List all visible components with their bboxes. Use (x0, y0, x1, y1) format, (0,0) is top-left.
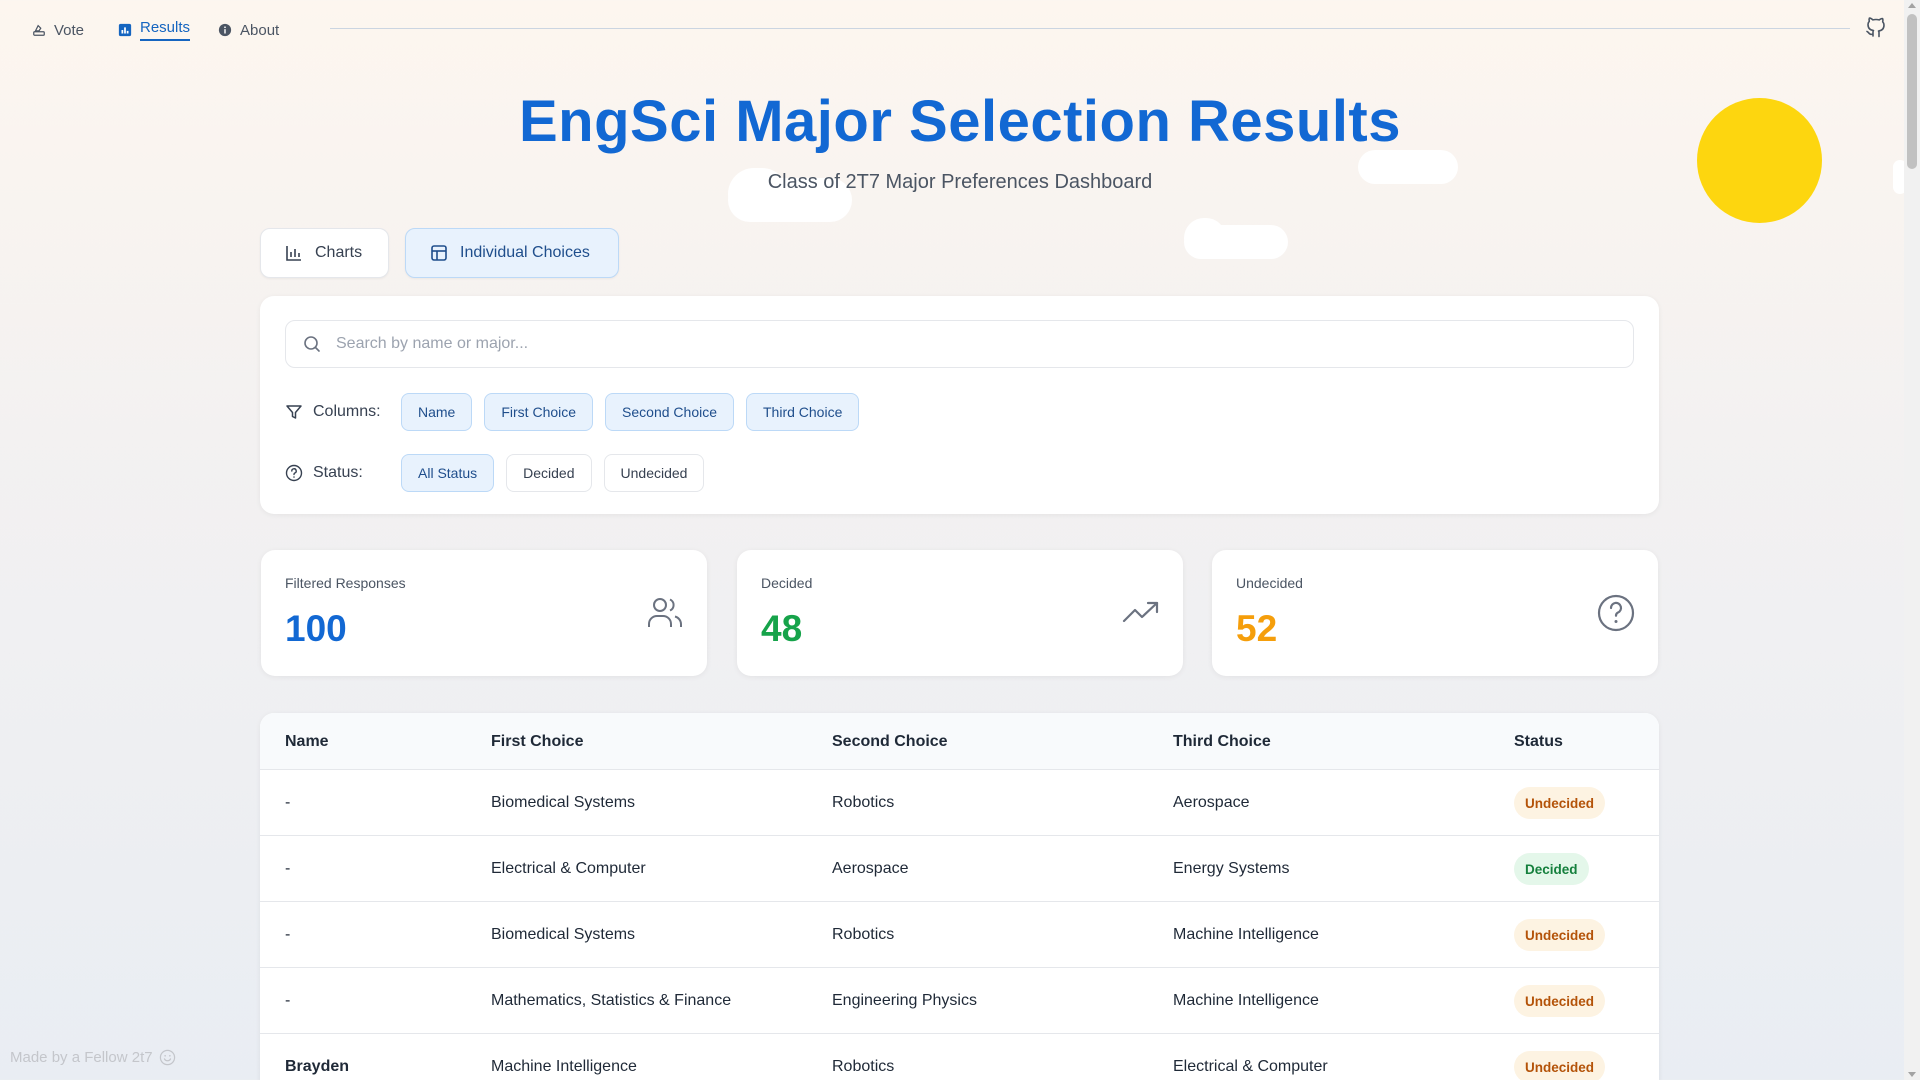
cell-third-choice: Aerospace (1173, 794, 1250, 811)
status-chip-decided[interactable]: Decided (506, 454, 592, 492)
table-row: Brayden Machine Intelligence Robotics El… (260, 1034, 1659, 1080)
table-row: - Biomedical Systems Robotics Aerospace … (260, 770, 1659, 836)
page-title: EngSci Major Selection Results (519, 89, 1401, 154)
status-label-text: Status: (313, 464, 363, 481)
table-row: - Biomedical Systems Robotics Machine In… (260, 902, 1659, 968)
bar-chart-icon (118, 23, 132, 37)
column-chip-third-choice[interactable]: Third Choice (746, 393, 860, 431)
bar-chart-icon (286, 246, 301, 261)
scroll-up-arrow-icon[interactable] (1908, 3, 1916, 8)
column-chip-name[interactable]: Name (401, 393, 473, 431)
footer-credit: Made by a Fellow 2t7 (10, 1049, 176, 1066)
stat-label: Filtered Responses (285, 575, 406, 591)
status-chip-undecided[interactable]: Undecided (603, 454, 705, 492)
table-header: Name First Choice Second Choice Third Ch… (260, 713, 1659, 770)
tab-charts[interactable]: Charts (260, 228, 389, 278)
cell-first-choice: Mathematics, Statistics & Finance (491, 992, 732, 1009)
cell-first-choice: Biomedical Systems (491, 926, 636, 943)
filter-icon (286, 405, 302, 419)
smile-icon (159, 1049, 175, 1066)
cell-first-choice: Machine Intelligence (491, 1058, 637, 1075)
stat-label: Undecided (1236, 575, 1303, 591)
tab-individual-choices[interactable]: Individual Choices (405, 228, 619, 278)
results-table: Name First Choice Second Choice Third Ch… (260, 713, 1659, 1080)
cell-third-choice: Electrical & Computer (1173, 1058, 1328, 1075)
cell-third-choice: Machine Intelligence (1173, 926, 1319, 943)
status-chip-all[interactable]: All Status (401, 454, 495, 492)
github-icon[interactable] (1864, 15, 1888, 39)
nav-results-label: Results (140, 19, 191, 41)
scrollbar-thumb[interactable] (1907, 14, 1917, 169)
stat-card-undecided: Undecided 52 (1212, 550, 1658, 676)
table-row: - Electrical & Computer Aerospace Energy… (260, 836, 1659, 902)
info-icon (218, 23, 232, 37)
column-header-first-choice[interactable]: First Choice (491, 733, 583, 751)
column-header-status[interactable]: Status (1514, 733, 1563, 751)
column-chip-first-choice[interactable]: First Choice (484, 393, 594, 431)
cell-name: Brayden (285, 1058, 350, 1075)
help-circle-icon (1597, 594, 1635, 632)
search-box (285, 320, 1634, 368)
cell-first-choice: Biomedical Systems (491, 794, 636, 811)
cell-first-choice: Electrical & Computer (491, 860, 646, 877)
nav-about-label: About (240, 21, 280, 39)
column-filter-row: Columns: Name First Choice Second Choice… (285, 393, 871, 431)
page-subtitle: Class of 2T7 Major Preferences Dashboard (767, 171, 1153, 193)
nav-vote[interactable]: Vote (32, 18, 84, 42)
scroll-down-arrow-icon[interactable] (1908, 1072, 1916, 1077)
cell-second-choice: Engineering Physics (832, 992, 977, 1009)
page-scrollbar[interactable] (1904, 0, 1920, 1080)
nav-vote-label: Vote (54, 21, 85, 39)
cell-name: - (285, 926, 291, 943)
search-input[interactable] (336, 335, 1616, 353)
status-badge: Undecided (1514, 985, 1606, 1017)
tab-charts-label: Charts (315, 244, 363, 261)
stat-card-decided: Decided 48 (737, 550, 1183, 676)
stat-value: 48 (761, 608, 803, 649)
trending-up-icon (1122, 601, 1159, 623)
footer-text: Made by a Fellow 2t7 (10, 1049, 153, 1066)
stat-value: 52 (1236, 608, 1278, 649)
cell-second-choice: Robotics (832, 794, 895, 811)
column-header-third-choice[interactable]: Third Choice (1173, 733, 1271, 751)
cell-name: - (285, 992, 291, 1009)
table-row: - Mathematics, Statistics & Finance Engi… (260, 968, 1659, 1034)
cell-third-choice: Machine Intelligence (1173, 992, 1319, 1009)
status-badge: Undecided (1514, 1051, 1606, 1080)
nav-about[interactable]: About (218, 18, 279, 42)
tab-individual-choices-label: Individual Choices (460, 244, 590, 261)
status-filter-row: Status: All Status Decided Undecided (285, 454, 716, 492)
columns-filter-label: Columns: (285, 403, 401, 421)
nav-divider (330, 28, 1850, 29)
filter-panel: Columns: Name First Choice Second Choice… (260, 296, 1659, 514)
status-badge: Undecided (1514, 919, 1606, 951)
column-header-second-choice[interactable]: Second Choice (832, 733, 948, 751)
top-nav: Vote Results About (0, 0, 1920, 56)
column-header-name[interactable]: Name (285, 733, 329, 751)
stat-label: Decided (761, 575, 813, 591)
status-badge: Decided (1514, 853, 1589, 885)
table-icon (431, 245, 447, 261)
cell-name: - (285, 794, 291, 811)
users-icon (648, 598, 682, 627)
search-icon (304, 336, 320, 352)
status-badge: Undecided (1514, 787, 1606, 819)
column-chip-second-choice[interactable]: Second Choice (605, 393, 734, 431)
nav-results[interactable]: Results (118, 18, 191, 42)
cell-second-choice: Robotics (832, 926, 895, 943)
cloud-decoration (1184, 218, 1226, 258)
cell-second-choice: Aerospace (832, 860, 909, 877)
columns-label-text: Columns: (313, 403, 381, 420)
help-circle-icon (285, 464, 303, 482)
cell-second-choice: Robotics (832, 1058, 895, 1075)
cell-third-choice: Energy Systems (1173, 860, 1290, 877)
ballot-icon (33, 24, 45, 36)
status-filter-label: Status: (285, 464, 401, 482)
cell-name: - (285, 860, 291, 877)
stat-value: 100 (285, 608, 347, 649)
stat-card-filtered-responses: Filtered Responses 100 (261, 550, 707, 676)
